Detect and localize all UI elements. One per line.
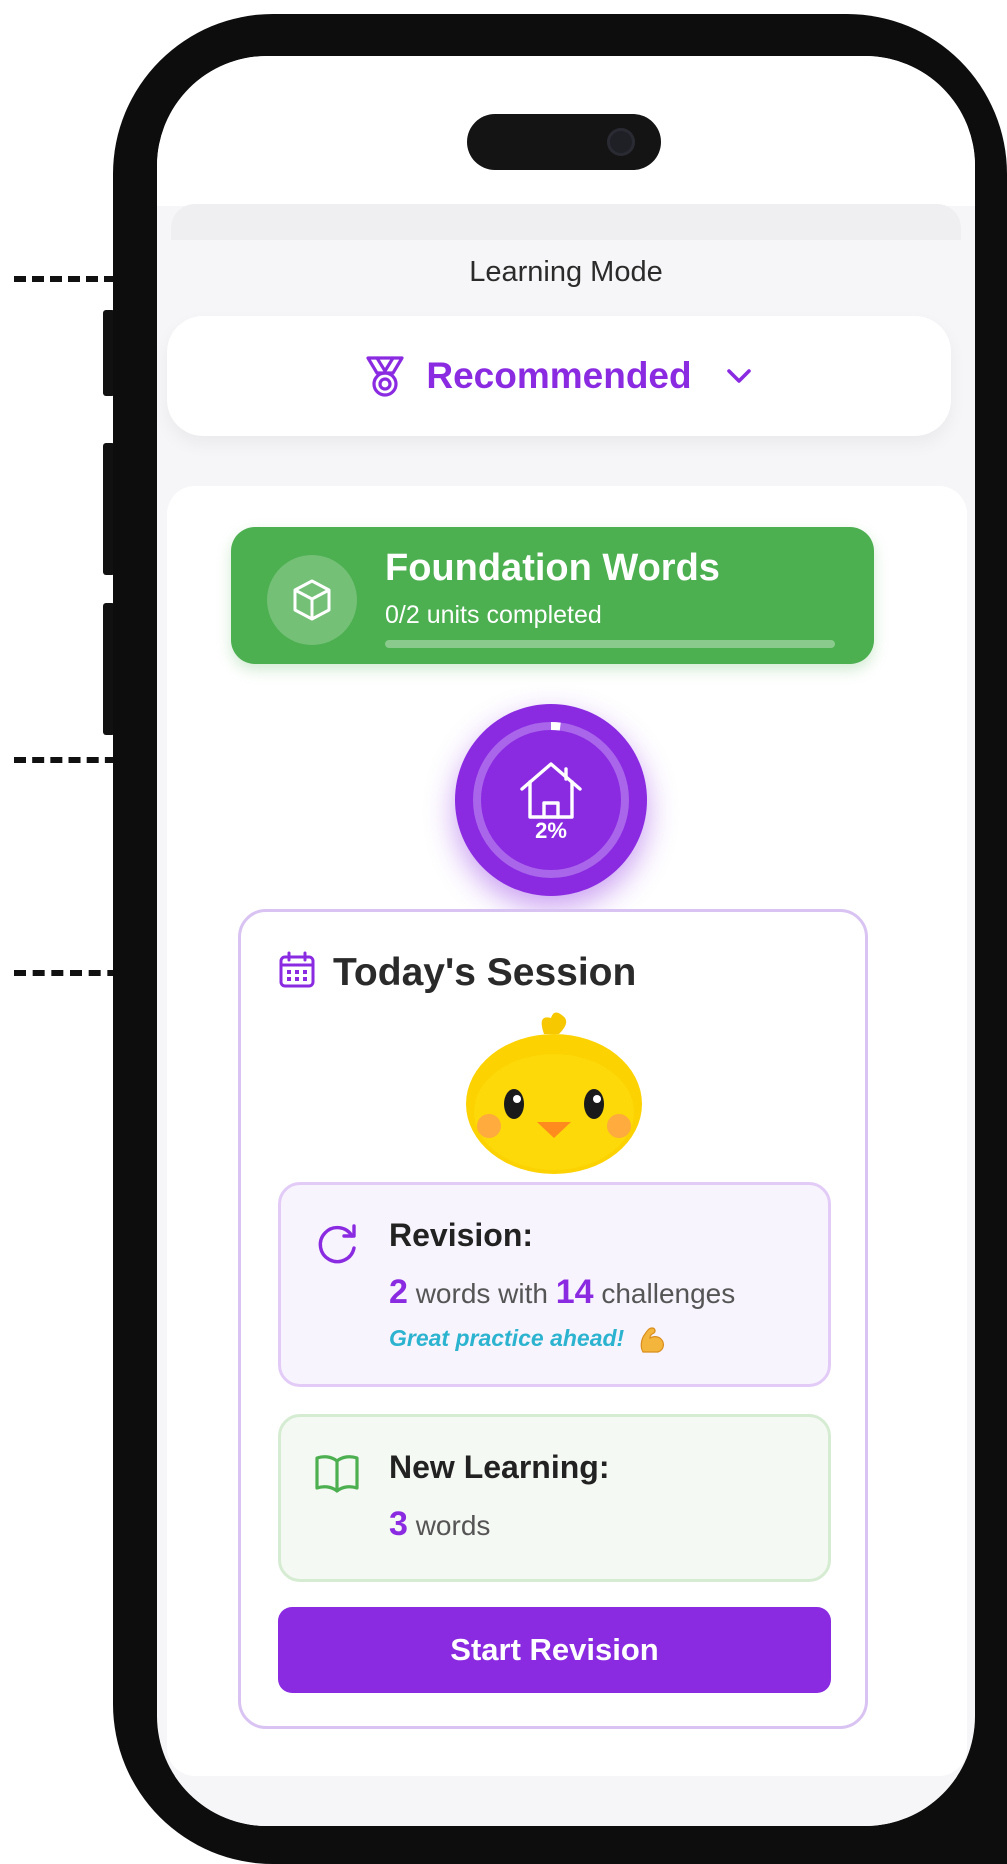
- revision-title: Revision:: [389, 1217, 534, 1253]
- dynamic-island: [467, 114, 661, 170]
- new-learning-section: New Learning: 3 words: [278, 1414, 831, 1582]
- new-words-text: words: [415, 1510, 491, 1541]
- revision-section: Revision: 2 words with 14 challenges Gre…: [278, 1182, 831, 1387]
- refresh-icon: [318, 1224, 356, 1264]
- session-title: Today's Session: [333, 950, 637, 994]
- revision-challenge-count: 14: [555, 1273, 594, 1311]
- new-learning-title: New Learning:: [389, 1449, 610, 1485]
- bottom-strip: [167, 1776, 967, 1826]
- unit-banner[interactable]: Foundation Words 0/2 units completed: [231, 527, 874, 664]
- house-icon: [520, 762, 582, 819]
- revision-word-count: 2: [389, 1273, 408, 1311]
- revision-note: Great practice ahead!: [389, 1325, 667, 1355]
- unit-progress-text: 0/2 units completed: [385, 601, 602, 629]
- cube-icon: [267, 555, 357, 645]
- unit-title: Foundation Words: [385, 547, 720, 589]
- flexed-biceps-icon: [640, 1327, 664, 1353]
- revision-note-text: Great practice ahead!: [389, 1325, 625, 1352]
- calendar-icon: [277, 950, 317, 995]
- chick-mascot-image: [466, 1012, 642, 1174]
- unit-progress-bar: [385, 640, 835, 648]
- medal-icon: [362, 353, 408, 399]
- phone-screen: Learning Mode Recommended Foundation Wor…: [157, 56, 975, 1826]
- lesson-node[interactable]: 2%: [455, 704, 647, 896]
- chevron-down-icon: [722, 359, 756, 393]
- learning-mode-value: Recommended: [426, 355, 692, 396]
- revision-summary: 2 words with 14 challenges: [389, 1273, 735, 1312]
- start-revision-button[interactable]: Start Revision: [278, 1607, 831, 1693]
- learning-mode-selector[interactable]: Recommended: [167, 316, 951, 436]
- top-bar: [171, 204, 961, 240]
- lesson-percent: 2%: [535, 818, 567, 843]
- todays-session-card: Today's Session Revision: 2 words with 1…: [238, 909, 868, 1729]
- camera-icon: [607, 128, 635, 156]
- new-learning-summary: 3 words: [389, 1505, 490, 1544]
- revision-words-text: words with: [415, 1278, 548, 1309]
- session-header: Today's Session: [277, 950, 636, 995]
- book-icon: [315, 1455, 359, 1493]
- learning-mode-label: Learning Mode: [469, 256, 663, 288]
- new-word-count: 3: [389, 1505, 408, 1543]
- revision-challenges-text: challenges: [601, 1278, 736, 1309]
